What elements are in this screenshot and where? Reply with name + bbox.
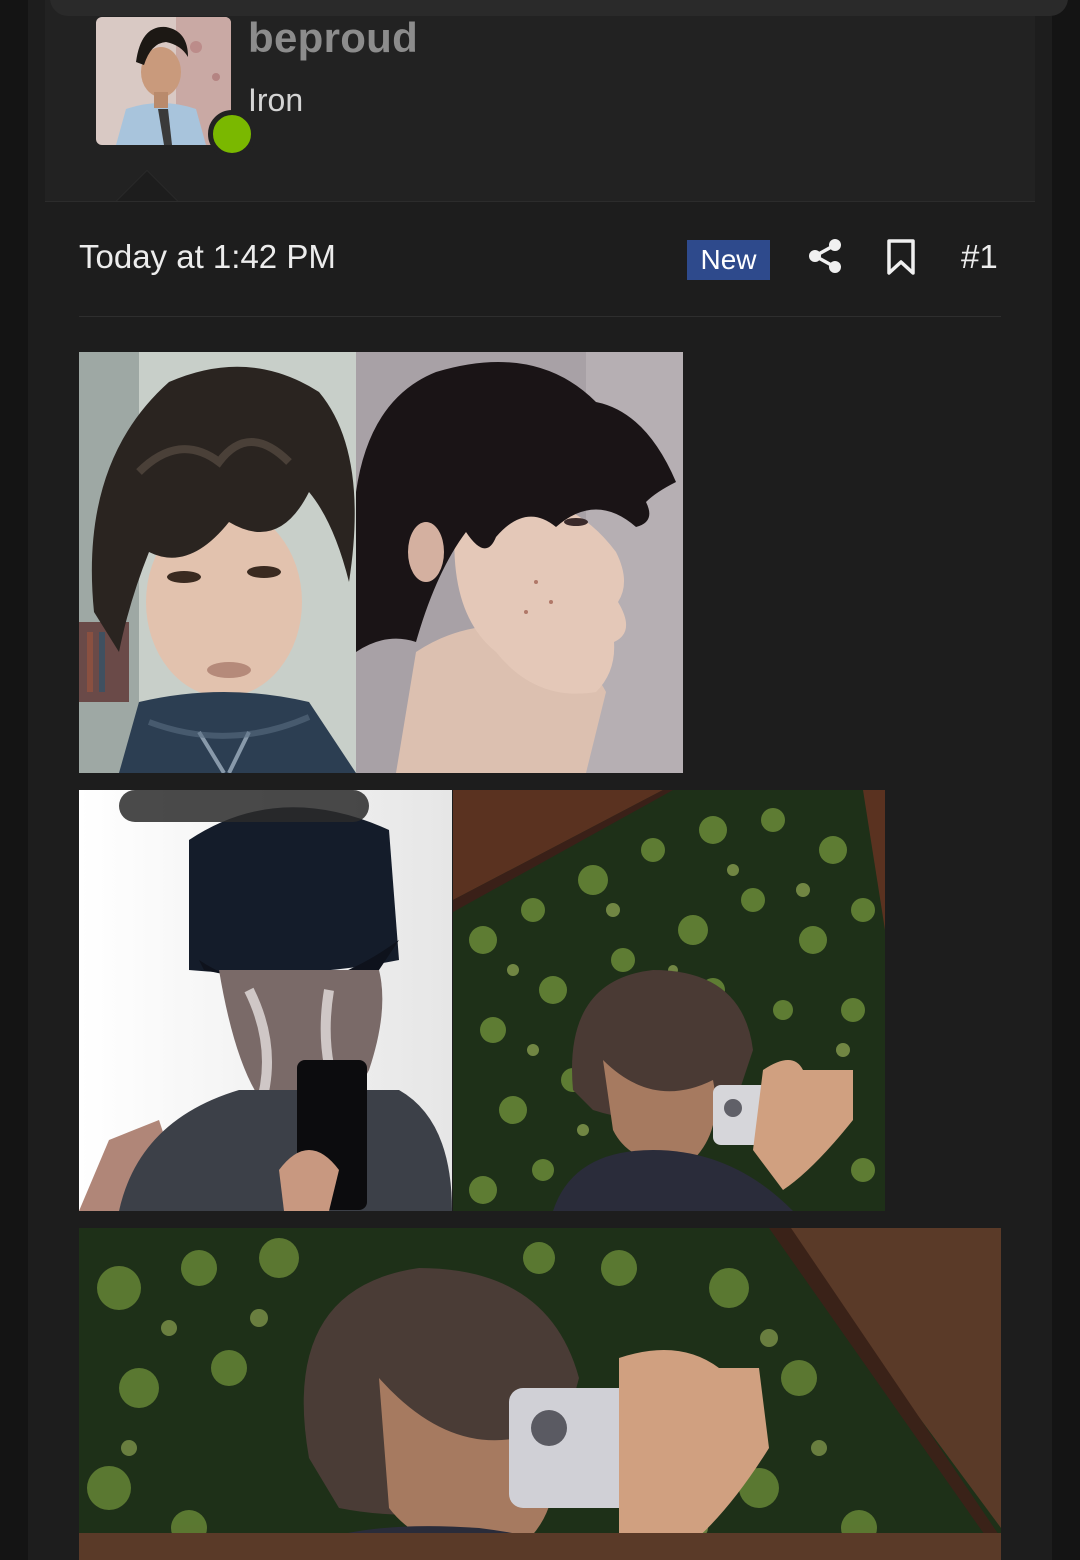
top-tab	[50, 0, 1068, 16]
attachment-photo-4[interactable]	[453, 790, 885, 1211]
post-date[interactable]: Today at 1:42 PM	[79, 238, 336, 276]
username[interactable]: beproud	[248, 14, 418, 62]
bookmark-icon[interactable]	[884, 238, 918, 276]
attachment-photo-2[interactable]	[356, 352, 683, 773]
post-number[interactable]: #1	[961, 238, 998, 276]
user-title: Iron	[248, 82, 304, 118]
new-badge: New	[687, 240, 770, 280]
post-meta: Today at 1:42 PM New #1	[79, 232, 1001, 284]
post-container: beproud Iron Today at 1:42 PM New #1	[28, 0, 1068, 1560]
attachment-photo-1[interactable]	[79, 352, 356, 773]
divider	[79, 316, 1001, 317]
pointer-arrow	[117, 171, 177, 201]
user-block: beproud Iron	[45, 0, 1068, 202]
share-icon[interactable]	[807, 238, 843, 274]
attachment-photo-3[interactable]	[79, 790, 452, 1211]
attachment-photo-5[interactable]	[79, 1228, 1001, 1560]
